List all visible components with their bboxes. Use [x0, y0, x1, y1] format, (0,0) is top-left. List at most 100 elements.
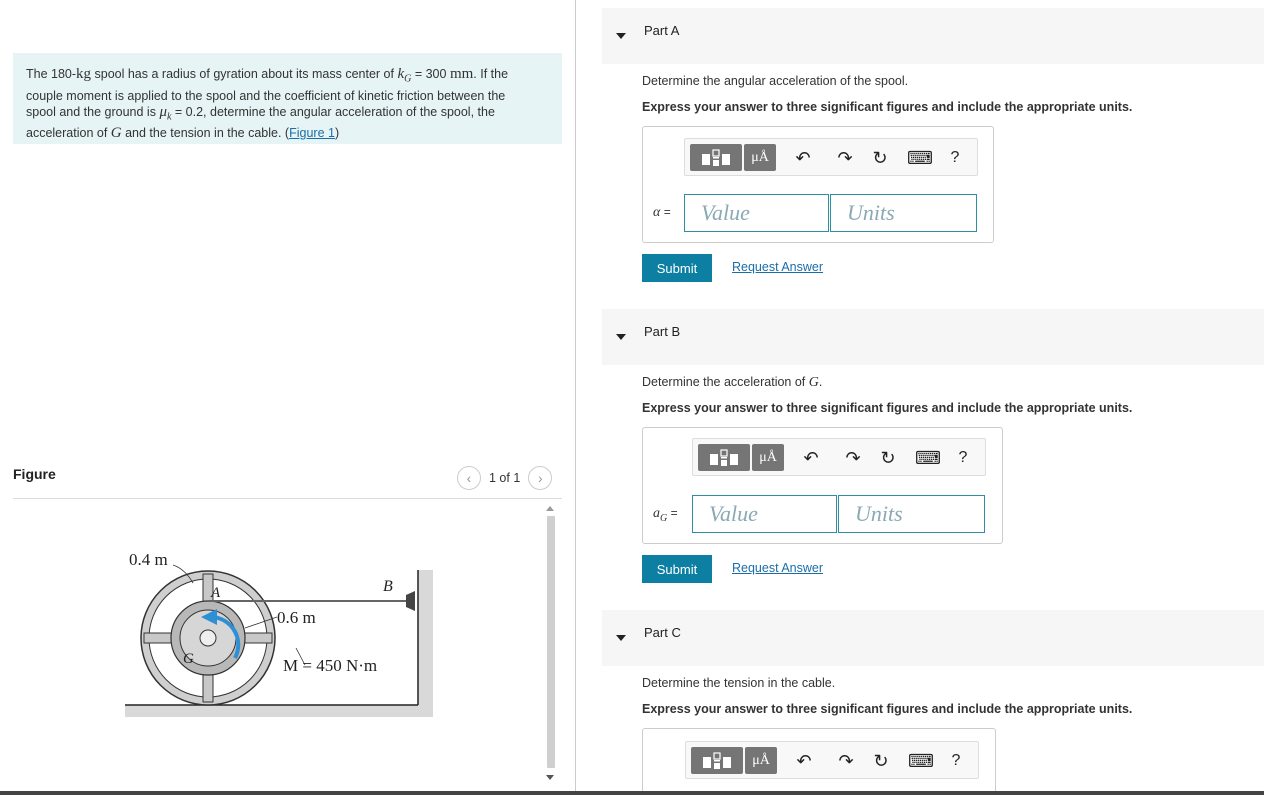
label-inner-radius: 0.6 m — [277, 608, 316, 627]
problem-statement: The 180-kg spool has a radius of gyratio… — [13, 53, 562, 144]
part-a-answer-box: μÅ ↶ ↷ ↻ ⌨ ? α = Value Units — [642, 126, 994, 243]
templates-button[interactable] — [691, 747, 743, 774]
problem-text: . If the — [473, 67, 509, 81]
symbols-button[interactable]: μÅ — [752, 444, 784, 471]
part-b-submit-button[interactable]: Submit — [642, 555, 712, 583]
problem-panel: The 180-kg spool has a radius of gyratio… — [0, 0, 575, 795]
problem-text: = 300 — [411, 67, 450, 81]
symbols-button[interactable]: μÅ — [744, 144, 776, 171]
part-b-request-answer-link[interactable]: Request Answer — [732, 561, 823, 575]
window-bottom-border — [0, 791, 1264, 795]
symbol-g: G — [110, 125, 122, 141]
label-point-g: G — [183, 651, 194, 667]
fraction-templates-icon — [702, 148, 730, 166]
part-a-header[interactable]: Part A — [602, 8, 1264, 64]
cable-anchor — [406, 591, 415, 611]
part-a-units-input[interactable]: Units — [830, 194, 977, 232]
undo-icon[interactable]: ↶ — [801, 448, 821, 468]
a-symbol: a — [653, 506, 660, 521]
part-b-answer-box: μÅ ↶ ↷ ↻ ⌨ ? aG = Value Units — [642, 427, 1003, 544]
undo-icon[interactable]: ↶ — [794, 751, 814, 771]
part-a-submit-button[interactable]: Submit — [642, 254, 712, 282]
collapse-triangle-icon[interactable] — [616, 334, 626, 340]
problem-text: = 0.2, determine the angular acceleratio… — [171, 104, 495, 119]
chevron-right-icon: › — [537, 470, 543, 486]
part-c-answer-box: μÅ ↶ ↷ ↻ ⌨ ? — [642, 728, 996, 795]
problem-text: ) — [334, 126, 340, 140]
help-button[interactable]: ? — [946, 751, 966, 771]
spool-axle — [199, 629, 217, 647]
redo-icon[interactable]: ↷ — [843, 448, 863, 468]
keyboard-icon[interactable]: ⌨ — [915, 448, 941, 468]
figure-scrollbar[interactable] — [543, 500, 559, 786]
redo-icon[interactable]: ↷ — [836, 751, 856, 771]
next-figure-button[interactable]: › — [528, 466, 553, 490]
problem-text: and the tension in the cable. ( — [121, 126, 290, 140]
problem-text: couple moment is applied to the spool an… — [26, 88, 506, 103]
templates-button[interactable] — [690, 144, 742, 171]
scroll-down-icon[interactable] — [546, 775, 554, 780]
reset-icon[interactable]: ↻ — [871, 751, 891, 771]
symbol-mu: μ — [159, 103, 167, 120]
part-a-request-answer-link[interactable]: Request Answer — [732, 260, 823, 274]
problem-text: acceleration of — [26, 126, 111, 140]
unit-kg: kg — [76, 66, 92, 82]
part-c-instruction: Express your answer to three significant… — [642, 702, 1133, 716]
label-outer-radius: 0.4 m — [129, 550, 168, 569]
collapse-triangle-icon[interactable] — [616, 635, 626, 641]
reset-icon[interactable]: ↻ — [878, 448, 898, 468]
spool-figure: 0.4 m 0.6 m A B G M = 450 N·m — [125, 550, 433, 717]
part-a-instruction: Express your answer to three significant… — [642, 100, 1133, 114]
symbols-button[interactable]: μÅ — [745, 747, 777, 774]
label-point-a: A — [210, 585, 221, 601]
problem-text: The 180- — [26, 67, 77, 81]
math-toolbar: μÅ ↶ ↷ ↻ ⌨ ? — [685, 741, 979, 779]
label-moment: M = 450 N·m — [283, 656, 377, 675]
label-point-b: B — [383, 578, 393, 595]
symbol-g: G — [808, 375, 819, 390]
help-button[interactable]: ? — [945, 148, 965, 168]
part-c-header[interactable]: Part C — [602, 610, 1264, 666]
math-toolbar: μÅ ↶ ↷ ↻ ⌨ ? — [684, 138, 978, 176]
equals-sign: = — [667, 506, 678, 520]
divider — [13, 498, 562, 499]
unit-mm: mm — [449, 66, 474, 82]
part-b-answer-label: aG = — [653, 506, 678, 524]
equals-sign: = — [660, 205, 671, 219]
keyboard-icon[interactable]: ⌨ — [907, 148, 933, 168]
figure-navigation: ‹ 1 of 1 › — [457, 466, 553, 490]
part-b-value-input[interactable]: Value — [692, 495, 837, 533]
part-a-title: Part A — [644, 23, 680, 38]
chevron-left-icon: ‹ — [466, 470, 472, 486]
figure-link[interactable]: Figure 1 — [289, 126, 335, 140]
part-a-value-input[interactable]: Value — [684, 194, 829, 232]
figure-title: Figure — [13, 466, 56, 482]
question-text: Determine the acceleration of — [642, 375, 809, 389]
collapse-triangle-icon[interactable] — [616, 33, 626, 39]
problem-text: spool and the ground is — [26, 104, 160, 119]
panel-divider — [575, 0, 576, 795]
part-b-title: Part B — [644, 324, 681, 339]
part-a-answer-label: α = — [653, 205, 671, 221]
keyboard-icon[interactable]: ⌨ — [908, 751, 934, 771]
redo-icon[interactable]: ↷ — [835, 148, 855, 168]
part-b-question: Determine the acceleration of G. — [642, 375, 822, 391]
math-toolbar: μÅ ↶ ↷ ↻ ⌨ ? — [692, 438, 986, 476]
question-text: . — [818, 375, 823, 389]
part-c-question: Determine the tension in the cable. — [642, 676, 836, 690]
undo-icon[interactable]: ↶ — [793, 148, 813, 168]
reset-icon[interactable]: ↻ — [870, 148, 890, 168]
part-b-instruction: Express your answer to three significant… — [642, 401, 1133, 415]
part-b-header[interactable]: Part B — [602, 309, 1264, 365]
part-a-question: Determine the angular acceleration of th… — [642, 74, 909, 88]
wall — [418, 570, 433, 706]
help-button[interactable]: ? — [953, 448, 973, 468]
scroll-up-icon[interactable] — [546, 506, 554, 511]
previous-figure-button[interactable]: ‹ — [457, 466, 481, 490]
part-b-units-input[interactable]: Units — [838, 495, 985, 533]
figure-counter: 1 of 1 — [489, 471, 521, 485]
templates-button[interactable] — [698, 444, 750, 471]
problem-text: spool has a radius of gyration about its… — [91, 67, 398, 81]
ground — [125, 705, 433, 717]
scroll-thumb[interactable] — [547, 516, 555, 768]
